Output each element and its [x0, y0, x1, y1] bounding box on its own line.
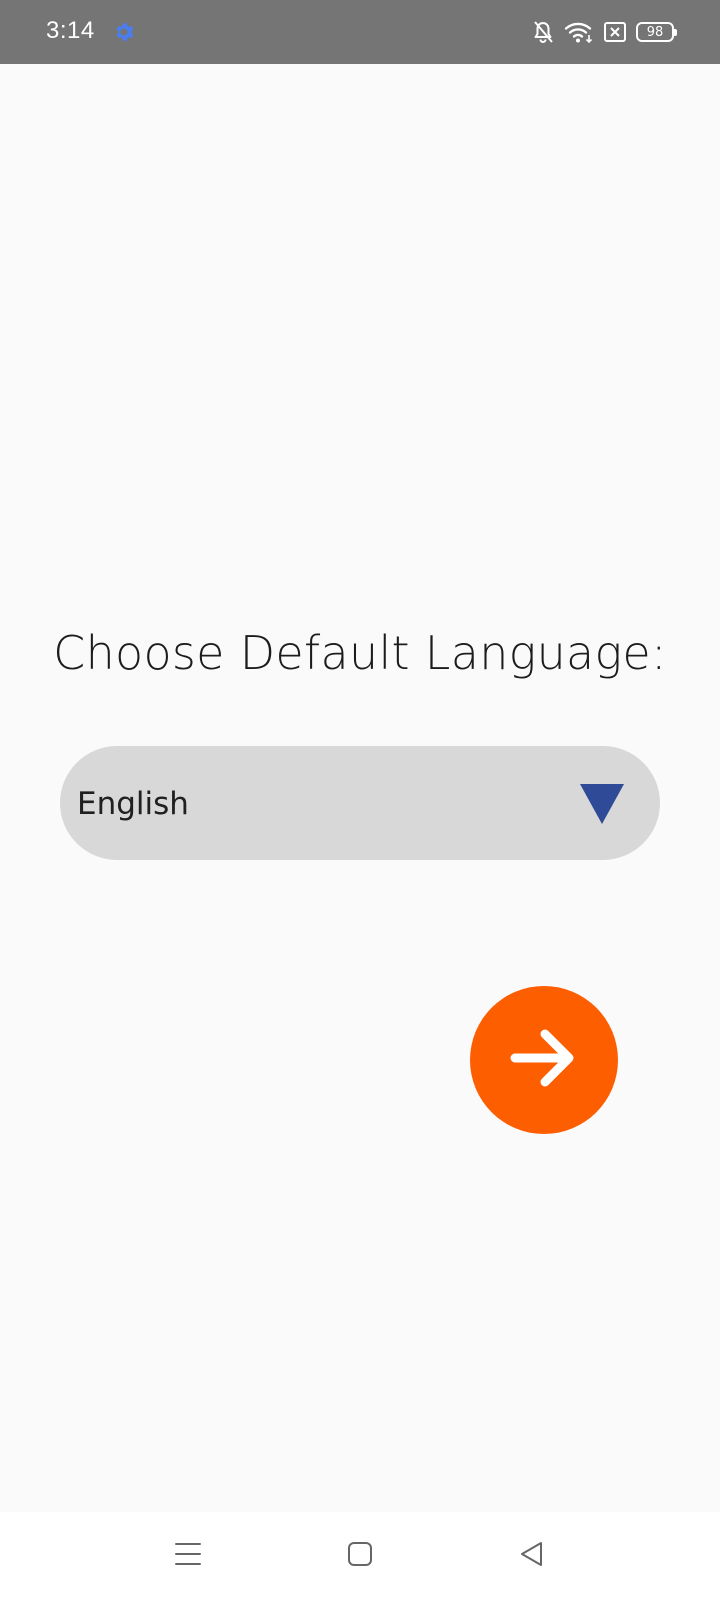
- back-triangle-icon: [519, 1541, 545, 1572]
- nav-home-button[interactable]: [316, 1512, 404, 1600]
- sim-x-icon: [604, 22, 626, 42]
- arrow-right-icon: [507, 1021, 581, 1100]
- bell-off-icon: [532, 20, 554, 44]
- wifi-icon: [564, 20, 594, 44]
- menu-icon: [174, 1541, 202, 1572]
- nav-menu-button[interactable]: [144, 1512, 232, 1600]
- nav-back-button[interactable]: [488, 1512, 576, 1600]
- battery-icon: 98: [636, 22, 677, 42]
- page-title: Choose Default Language:: [53, 626, 667, 680]
- home-square-icon: [347, 1541, 373, 1572]
- navigation-bar: [0, 1512, 720, 1600]
- status-icons: 98: [532, 18, 677, 46]
- triangle-down-icon: [580, 784, 624, 824]
- language-dropdown-value: English: [77, 786, 189, 822]
- language-dropdown[interactable]: English: [60, 746, 660, 860]
- status-time: 3:14: [46, 17, 95, 44]
- status-bar: 3:14 98: [0, 0, 720, 64]
- settings-gear-icon: [112, 20, 136, 44]
- next-button[interactable]: [470, 986, 618, 1134]
